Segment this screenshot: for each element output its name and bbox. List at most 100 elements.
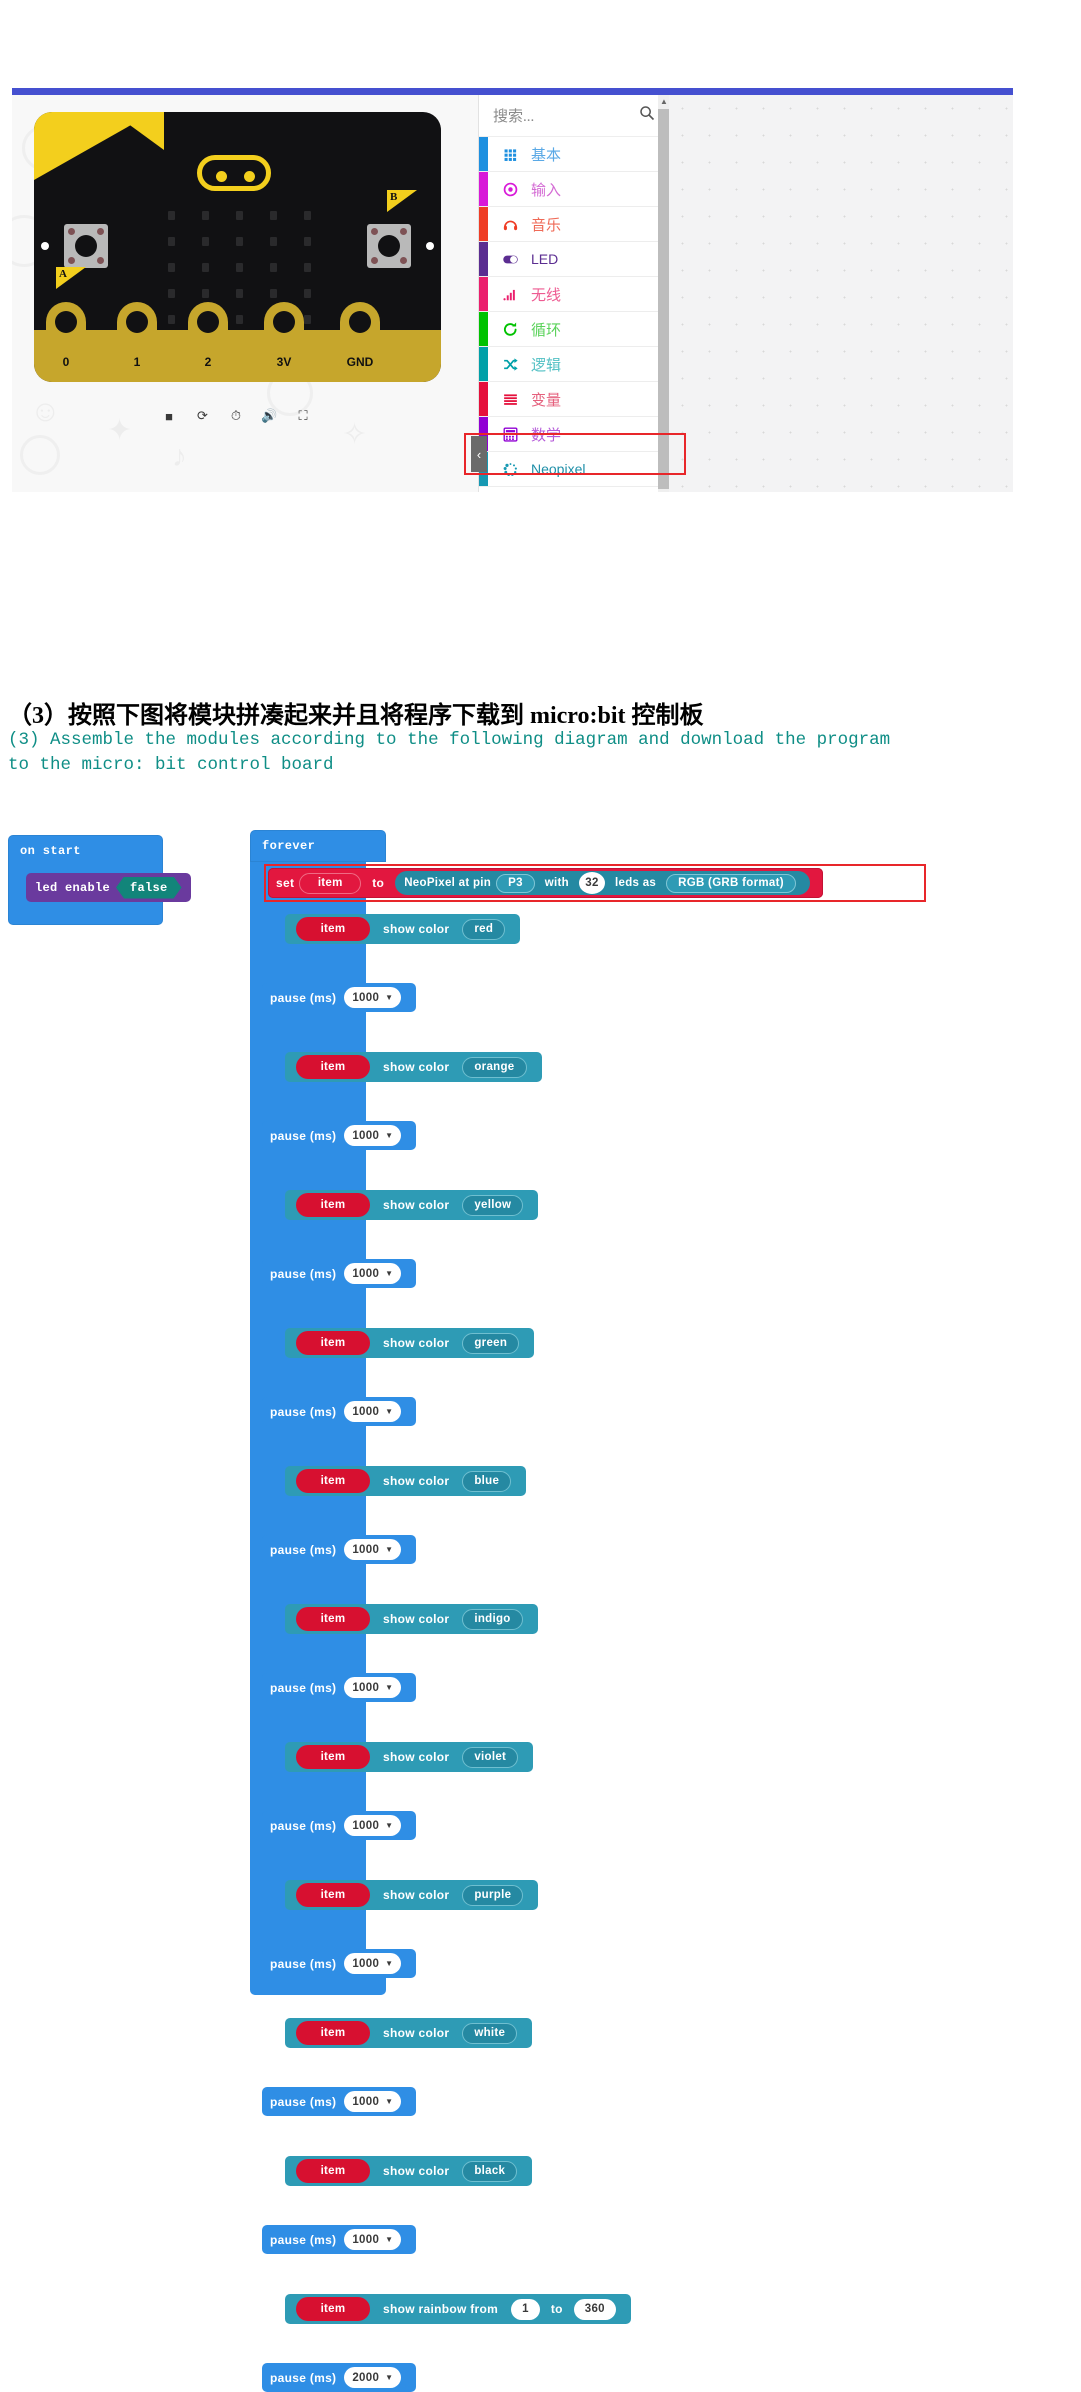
pause-block[interactable]: pause (ms) 1000 ▼ (262, 2087, 417, 2116)
color-dropdown[interactable]: yellow (462, 1194, 524, 1216)
pause-block[interactable]: pause (ms) 1000 ▼ (262, 1397, 417, 1426)
search-icon[interactable] (639, 105, 655, 126)
pause-block[interactable]: pause (ms) 2000 ▼ (262, 2363, 417, 2392)
color-dropdown[interactable]: blue (462, 1470, 512, 1492)
color-dropdown[interactable]: red (462, 918, 506, 940)
blocks-canvas[interactable] (669, 95, 1013, 492)
toolbox-category-item-1[interactable]: 输入 (479, 172, 669, 207)
scrollbar-thumb[interactable] (658, 109, 669, 489)
color-dropdown[interactable]: indigo (462, 1608, 523, 1630)
show-color-block[interactable]: item show color indigo (285, 1604, 538, 1634)
show-rainbow-block[interactable]: item show rainbow from 1 to 360 (285, 2294, 631, 2324)
pin-dropdown[interactable]: P3 (496, 873, 535, 893)
scroll-up-icon[interactable]: ▲ (660, 97, 668, 106)
variable-chip[interactable]: item (296, 2021, 370, 2045)
color-dropdown[interactable]: white (462, 2022, 518, 2044)
toolbox-category-item-8[interactable]: 数学 (479, 417, 669, 452)
pause-value-dropdown[interactable]: 1000 ▼ (344, 1125, 402, 1146)
search-row[interactable]: 搜索... (479, 95, 669, 137)
toolbox-category-neopixel[interactable]: Neopixel (479, 452, 669, 487)
led-enable-block[interactable]: led enable false (26, 873, 191, 902)
toolbox-category-led[interactable]: LED (479, 242, 669, 277)
led-count-field[interactable]: 32 (579, 872, 605, 894)
on-start-block[interactable]: on start led enable false (8, 835, 191, 925)
toolbox-category-item-0[interactable]: 基本 (479, 137, 669, 172)
search-input[interactable]: 搜索... (493, 105, 639, 126)
show-color-block[interactable]: item show color green (285, 1328, 535, 1358)
pause-block[interactable]: pause (ms) 1000 ▼ (262, 1949, 417, 1978)
variable-chip[interactable]: item (296, 2297, 370, 2321)
variable-chip[interactable]: item (296, 1331, 370, 1355)
chevron-left-icon[interactable]: ‹ (471, 436, 487, 472)
pause-value-dropdown[interactable]: 1000 ▼ (344, 1401, 402, 1422)
show-color-block[interactable]: item show color white (285, 2018, 533, 2048)
pause-value-dropdown[interactable]: 1000 ▼ (344, 1953, 402, 1974)
fullscreen-icon[interactable]: ⛶ (290, 405, 316, 427)
toolbox-scrollbar[interactable]: ▲ (658, 95, 669, 492)
color-dropdown[interactable]: purple (462, 1884, 524, 1906)
toolbox-category-item-6[interactable]: 逻辑 (479, 347, 669, 382)
variable-chip[interactable]: item (296, 1469, 370, 1493)
pause-value-dropdown[interactable]: 1000 ▼ (344, 1815, 402, 1836)
variable-chip[interactable]: item (296, 1055, 370, 1079)
pause-value-dropdown[interactable]: 2000 ▼ (344, 2367, 402, 2388)
stop-icon[interactable]: ■ (156, 405, 182, 427)
led-pixel (168, 263, 175, 272)
variable-chip[interactable]: item (296, 1193, 370, 1217)
chevron-down-icon: ▼ (385, 993, 394, 1002)
show-color-block[interactable]: item show color yellow (285, 1190, 539, 1220)
pause-value-dropdown[interactable]: 1000 ▼ (344, 2091, 402, 2112)
pause-value-dropdown[interactable]: 1000 ▼ (344, 1263, 402, 1284)
pause-block[interactable]: pause (ms) 1000 ▼ (262, 1535, 417, 1564)
show-color-block[interactable]: item show color purple (285, 1880, 539, 1910)
restart-icon[interactable]: ⟳ (190, 405, 216, 427)
pause-block[interactable]: pause (ms) 1000 ▼ (262, 983, 417, 1012)
show-color-block[interactable]: item show color blue (285, 1466, 527, 1496)
neopixel-create-expression[interactable]: NeoPixel at pin P3 with 32 leds as RGB (… (395, 871, 810, 895)
toolbox-category-item-5[interactable]: 循环 (479, 312, 669, 347)
pause-block[interactable]: pause (ms) 1000 ▼ (262, 2225, 417, 2254)
variable-name-field[interactable]: item (299, 872, 362, 894)
side-dot-left (41, 242, 49, 250)
category-color-bar (479, 382, 488, 416)
color-dropdown[interactable]: violet (462, 1746, 519, 1768)
pause-value-dropdown[interactable]: 1000 ▼ (344, 1539, 402, 1560)
toolbox-category-item-2[interactable]: 音乐 (479, 207, 669, 242)
simulator-toolbar[interactable]: ■ ⟳ ⏱ 🔊 ⛶ (150, 403, 322, 429)
variable-chip[interactable]: item (296, 1883, 370, 1907)
category-list[interactable]: 基本 输入 音乐 LED 无线 循环 逻辑 变量 数学 Neopixel (479, 137, 669, 487)
led-pixel (270, 289, 277, 298)
variable-chip[interactable]: item (296, 1745, 370, 1769)
decor-glyph: ☺ (30, 395, 61, 428)
set-variable-block[interactable]: set item to NeoPixel at pin P3 with 32 l… (268, 868, 823, 898)
rainbow-from-field[interactable]: 1 (511, 2298, 540, 2320)
show-color-block[interactable]: item show color red (285, 914, 521, 944)
toolbox-category-item-4[interactable]: 无线 (479, 277, 669, 312)
mute-icon[interactable]: 🔊 (257, 405, 283, 427)
forever-block-header[interactable]: forever (250, 830, 386, 862)
variable-chip[interactable]: item (296, 2159, 370, 2183)
pause-block[interactable]: pause (ms) 1000 ▼ (262, 1811, 417, 1840)
color-dropdown[interactable]: green (462, 1332, 520, 1354)
pause-label: pause (ms) (270, 1266, 337, 1281)
category-color-bar (479, 137, 488, 171)
action-label: show color (383, 1060, 450, 1074)
toolbox-category-item-7[interactable]: 变量 (479, 382, 669, 417)
show-color-block[interactable]: item show color orange (285, 1052, 542, 1082)
pause-value-dropdown[interactable]: 1000 ▼ (344, 1677, 402, 1698)
pause-block[interactable]: pause (ms) 1000 ▼ (262, 1673, 417, 1702)
color-dropdown[interactable]: black (462, 2160, 518, 2182)
show-color-block[interactable]: item show color black (285, 2156, 533, 2186)
color-format-dropdown[interactable]: RGB (GRB format) (666, 873, 796, 893)
slow-motion-icon[interactable]: ⏱ (223, 405, 249, 427)
led-enable-value[interactable]: false (116, 877, 182, 899)
rainbow-to-field[interactable]: 360 (573, 2298, 616, 2320)
pause-block[interactable]: pause (ms) 1000 ▼ (262, 1121, 417, 1150)
show-color-block[interactable]: item show color violet (285, 1742, 534, 1772)
pause-block[interactable]: pause (ms) 1000 ▼ (262, 1259, 417, 1288)
color-dropdown[interactable]: orange (462, 1056, 527, 1078)
pause-value-dropdown[interactable]: 1000 ▼ (344, 2229, 402, 2250)
pause-value-dropdown[interactable]: 1000 ▼ (344, 987, 402, 1008)
variable-chip[interactable]: item (296, 917, 370, 941)
variable-chip[interactable]: item (296, 1607, 370, 1631)
